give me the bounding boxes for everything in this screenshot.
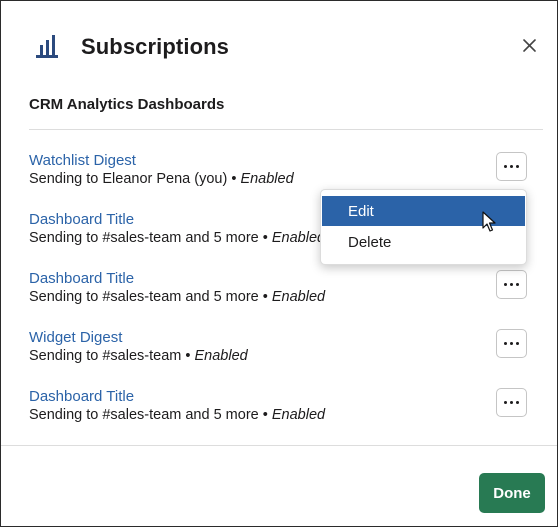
subscription-title-link[interactable]: Widget Digest: [29, 329, 122, 346]
status-text: Enabled: [240, 171, 294, 187]
recipient-text: Sending to #sales-team and 5 more •: [29, 289, 272, 305]
bar-chart-icon: [36, 35, 58, 58]
more-horizontal-icon: [504, 342, 519, 345]
status-text: Enabled: [271, 230, 326, 246]
more-horizontal-icon: [504, 283, 519, 286]
subscription-title-link[interactable]: Watchlist Digest: [29, 152, 136, 169]
status-text: Enabled: [271, 407, 326, 423]
mouse-pointer-icon: [482, 211, 496, 232]
modal-header: Subscriptions: [1, 1, 557, 91]
more-options-button[interactable]: [496, 329, 527, 358]
more-horizontal-icon: [504, 401, 519, 404]
recipient-text: Sending to #sales-team •: [29, 348, 195, 364]
modal-title: Subscriptions: [81, 34, 229, 59]
subscription-description: Sending to #sales-team • Enabled: [29, 348, 248, 364]
status-text: Enabled: [271, 289, 326, 305]
close-icon[interactable]: [519, 35, 539, 55]
subscription-title-link[interactable]: Dashboard Title: [29, 388, 134, 405]
subscription-row: Widget Digest Sending to #sales-team • E…: [29, 329, 527, 373]
footer-divider: [1, 445, 557, 446]
section-subtitle: CRM Analytics Dashboards: [29, 96, 225, 113]
recipient-text: Sending to Eleanor Pena (you) •: [29, 171, 241, 187]
recipient-text: Sending to #sales-team and 5 more •: [29, 230, 272, 246]
subscription-row: Dashboard Title Sending to #sales-team a…: [29, 270, 527, 314]
subscription-row: Dashboard Title Sending to #sales-team a…: [29, 388, 527, 432]
subscription-description: Sending to #sales-team and 5 more • Enab…: [29, 289, 325, 305]
more-options-button[interactable]: [496, 388, 527, 417]
subscription-description: Sending to #sales-team and 5 more • Enab…: [29, 230, 325, 246]
subscription-title-link[interactable]: Dashboard Title: [29, 270, 134, 287]
header-divider: [29, 129, 543, 130]
more-options-button[interactable]: [496, 270, 527, 299]
subscription-description: Sending to #sales-team and 5 more • Enab…: [29, 407, 325, 423]
status-text: Enabled: [194, 348, 248, 364]
subscription-title-link[interactable]: Dashboard Title: [29, 211, 134, 228]
done-button[interactable]: Done: [479, 473, 545, 513]
more-options-button[interactable]: [496, 152, 527, 181]
recipient-text: Sending to #sales-team and 5 more •: [29, 407, 272, 423]
subscription-description: Sending to Eleanor Pena (you) • Enabled: [29, 171, 294, 187]
more-horizontal-icon: [504, 165, 519, 168]
